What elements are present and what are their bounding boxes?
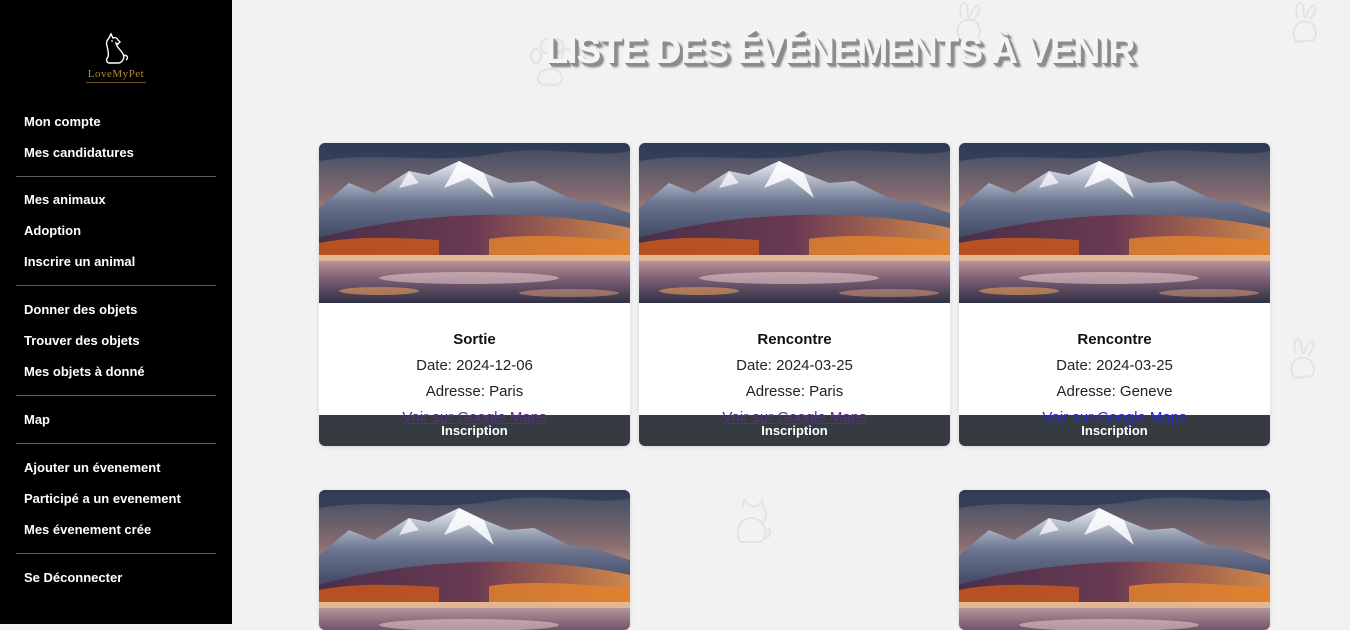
event-card: Rencontre Date: 2024-03-25 Adresse: Gene… — [959, 143, 1270, 446]
event-title: Sortie — [453, 331, 496, 348]
brand-logo[interactable]: LoveMyPet — [72, 32, 160, 88]
brand-underline — [86, 82, 146, 83]
cat-icon — [736, 498, 772, 543]
dog-logo-icon — [105, 32, 129, 64]
event-title: Rencontre — [757, 331, 832, 348]
nav-divider — [16, 443, 216, 444]
event-address: Adresse: Paris — [425, 383, 524, 400]
event-image — [639, 143, 950, 303]
nav-donner-objets[interactable]: Donner des objets — [24, 302, 137, 317]
nav-participe-evenement[interactable]: Participé a un evenement — [24, 491, 181, 506]
event-image — [959, 143, 1270, 303]
event-card — [319, 490, 630, 630]
event-image — [959, 490, 1270, 630]
event-card: Rencontre Date: 2024-03-25 Adresse: Pari… — [639, 143, 950, 446]
event-image — [319, 143, 630, 303]
nav-divider — [16, 395, 216, 396]
nav-mes-animaux[interactable]: Mes animaux — [24, 192, 106, 207]
event-image — [319, 490, 630, 630]
nav-divider — [16, 285, 216, 286]
nav-inscrire-animal[interactable]: Inscrire un animal — [24, 254, 135, 269]
rabbit-icon — [1290, 338, 1316, 380]
nav-trouver-objets[interactable]: Trouver des objets — [24, 333, 140, 348]
nav-divider — [16, 553, 216, 554]
sidebar: LoveMyPet Mon compte Mes candidatures Me… — [0, 0, 232, 624]
nav-se-deconnecter[interactable]: Se Déconnecter — [24, 570, 122, 585]
event-card: Sortie Date: 2024-12-06 Adresse: Paris V… — [319, 143, 630, 446]
event-date: Date: 2024-12-06 — [416, 357, 533, 374]
event-card — [959, 490, 1270, 630]
event-date: Date: 2024-03-25 — [736, 357, 853, 374]
nav-mes-evenements[interactable]: Mes évenement crée — [24, 522, 151, 537]
nav-ajouter-evenement[interactable]: Ajouter un évenement — [24, 460, 161, 475]
event-title: Rencontre — [1077, 331, 1152, 348]
event-address: Adresse: Geneve — [1056, 383, 1173, 400]
event-date: Date: 2024-03-25 — [1056, 357, 1173, 374]
page-title: LISTE DES ÉVÉNEMENTS À VENIR — [545, 30, 1136, 71]
nav-mon-compte[interactable]: Mon compte — [24, 114, 101, 129]
rabbit-icon — [1292, 2, 1318, 44]
nav-divider — [16, 176, 216, 177]
nav-mes-objets[interactable]: Mes objets à donné — [24, 364, 145, 379]
event-address: Adresse: Paris — [745, 383, 844, 400]
nav-adoption[interactable]: Adoption — [24, 223, 81, 238]
brand-name: LoveMyPet — [87, 68, 145, 80]
nav-mes-candidatures[interactable]: Mes candidatures — [24, 145, 134, 160]
nav-map[interactable]: Map — [24, 412, 50, 427]
